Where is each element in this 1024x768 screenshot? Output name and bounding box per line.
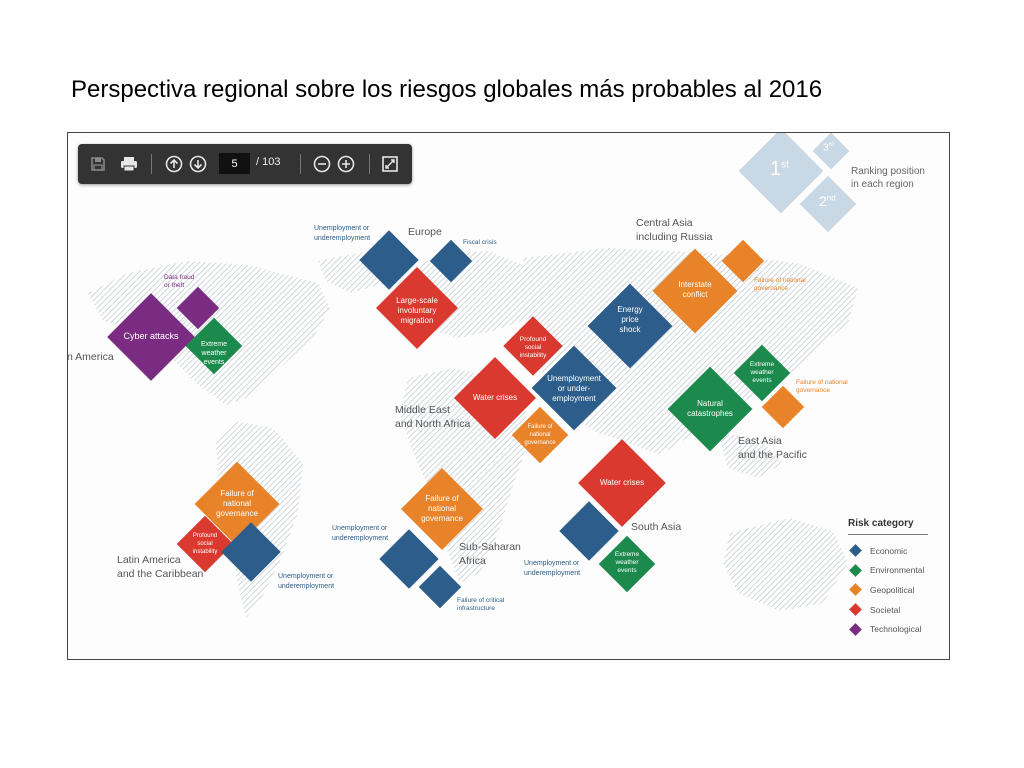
toolbar-divider <box>300 154 301 174</box>
risk-label-ssa-infrastructure: Failure of critical infrastructure <box>457 597 505 612</box>
australia-shape <box>723 518 848 611</box>
arrow-down-icon[interactable] <box>186 152 210 176</box>
legend-item-environmental: Environmental <box>848 561 928 581</box>
toolbar-divider <box>369 154 370 174</box>
region-sub-saharan-africa: Sub-Saharan Africa <box>459 541 521 567</box>
risk-label-fiscal-crisis: Fiscal crisis <box>463 239 497 246</box>
legend-item-societal: Societal <box>848 600 928 620</box>
region-north-america: n America <box>67 351 114 363</box>
region-east-asia: East Asia and the Pacific <box>738 435 807 461</box>
risk-label-na-weather: Extreme weather events <box>200 341 228 366</box>
risk-category-legend: Risk category Economic Environmental Geo… <box>848 518 928 639</box>
rank-third-label: 3rd <box>823 142 834 154</box>
legend-label: Economic <box>870 545 908 556</box>
risk-label-eu-unemployment: Unemployment or underemployment <box>314 225 371 242</box>
risk-label-interstate-conflict: Interstate conflict <box>678 280 712 299</box>
risk-label-cyber-attacks: Cyber attacks <box>123 331 179 341</box>
pdf-toolbar: 5 / 103 <box>78 144 412 184</box>
legend-label: Geopolitical <box>870 584 915 595</box>
risk-label-me-instability: Profound social instability <box>519 336 547 359</box>
risk-label-sa-unemployment: Unemployment or underemployment <box>524 560 581 577</box>
rank-second-label: 2nd <box>819 193 836 209</box>
legend-swatch-environmental <box>849 564 862 577</box>
risk-label-data-fraud: Data fraud or theft <box>164 274 195 289</box>
legend-title: Risk category <box>848 518 928 535</box>
risk-label-me-governance: Failure of national governance <box>524 424 556 446</box>
region-middle-east: Middle East and North Africa <box>395 404 471 430</box>
risk-label-natural-catastrophes: Natural catastrophes <box>687 399 733 418</box>
region-south-asia: South Asia <box>631 521 682 533</box>
legend-swatch-societal <box>849 603 862 616</box>
rank-first-label: 1st <box>770 158 789 180</box>
region-central-asia: Central Asia including Russia <box>636 217 713 243</box>
region-europe: Europe <box>408 226 442 238</box>
legend-swatch-technological <box>849 622 862 636</box>
save-icon[interactable] <box>86 152 110 176</box>
risk-label-ea-governance: Failure of national governance <box>796 379 848 394</box>
legend-swatch-geopolitical <box>849 583 862 597</box>
fit-page-icon[interactable] <box>378 152 402 176</box>
rank-caption: Ranking position in each region <box>851 166 925 190</box>
risk-label-la-instability: Profound social instability <box>192 533 218 555</box>
region-latin-america: Latin America and the Caribbean <box>117 554 204 580</box>
legend-swatch-economic <box>849 544 862 558</box>
risk-label-ssa-governance: Failure of national governance <box>421 494 463 523</box>
legend-item-geopolitical: Geopolitical <box>848 580 928 600</box>
arrow-up-icon[interactable] <box>162 152 186 176</box>
risk-label-me-water-crises: Water crises <box>472 393 518 402</box>
legend-item-technological: Technological <box>848 619 928 639</box>
pdf-viewer-frame: 1st 2nd 3rd Ranking position in each regi… <box>67 132 950 660</box>
legend-label: Societal <box>870 604 901 615</box>
printer-icon[interactable] <box>117 152 141 176</box>
risk-label-ssa-unemployment: Unemployment or underemployment <box>332 525 389 542</box>
risk-label-me-unemployment: Unemployment or under-employment <box>547 374 601 403</box>
legend-label: Environmental <box>870 565 925 576</box>
zoom-out-icon[interactable] <box>310 152 334 176</box>
zoom-in-icon[interactable] <box>334 152 358 176</box>
legend-item-economic: Economic <box>848 541 928 561</box>
risk-label-ca-governance: Failure of national governance <box>754 277 806 292</box>
risk-label-la-unemployment: Unemployment or underemployment <box>278 573 335 590</box>
risk-label-ea-weather: Extreme weather events <box>749 361 775 384</box>
page-total: / 103 <box>256 156 281 168</box>
risk-label-sa-water-crises: Water crises <box>599 478 645 487</box>
risk-label-energy-price-shock: Energy price shock <box>617 305 643 334</box>
legend-label: Technological <box>870 624 922 635</box>
slide-title: Perspectiva regional sobre los riesgos g… <box>71 76 823 103</box>
risk-label-sa-weather: Extreme weather events <box>614 551 640 574</box>
page-number-input[interactable]: 5 <box>219 153 250 174</box>
risk-label-la-governance: Failure of national governance <box>216 489 258 518</box>
toolbar-divider <box>151 154 152 174</box>
risk-label-migration: Large-scale involuntary migration <box>396 296 438 325</box>
ranking-key <box>738 133 857 233</box>
